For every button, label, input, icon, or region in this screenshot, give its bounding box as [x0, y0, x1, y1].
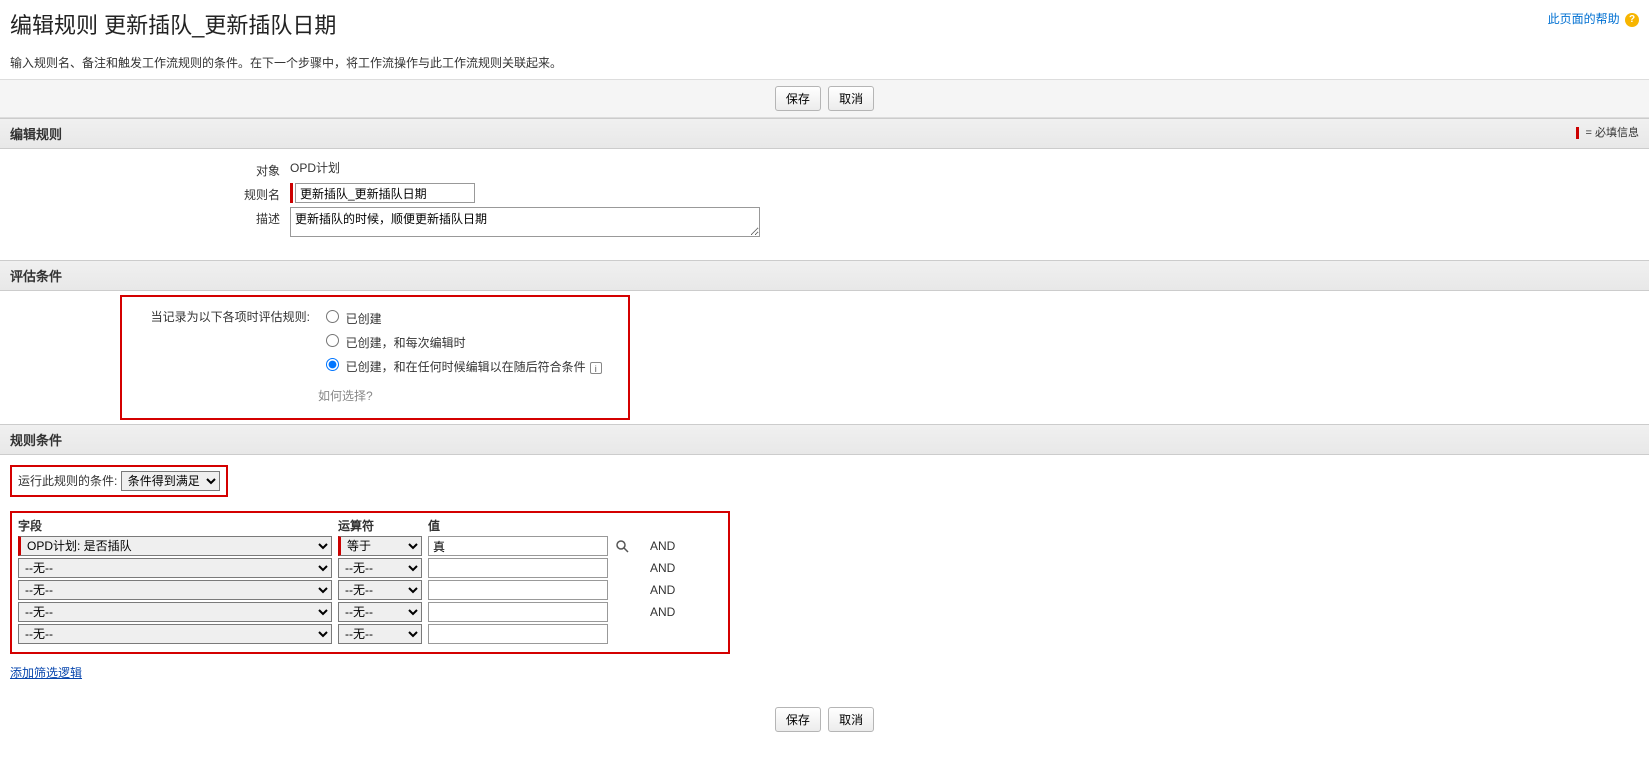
label-rulename: 规则名 — [10, 183, 290, 203]
add-filter-logic-link[interactable]: 添加筛选逻辑 — [10, 666, 82, 680]
rulename-input[interactable] — [295, 183, 475, 203]
help-icon: ? — [1625, 13, 1639, 27]
criteria-row: OPD计划: 是否插队等于 AND — [18, 536, 722, 556]
criteria-field-select[interactable]: --无-- — [18, 558, 332, 578]
col-header-operator: 运算符 — [338, 517, 428, 534]
page-description: 输入规则名、备注和触发工作流规则的条件。在下一个步骤中，将工作流操作与此工作流规… — [0, 54, 1649, 79]
section-edit-label: 编辑规则 — [10, 127, 62, 142]
save-button[interactable]: 保存 — [775, 86, 821, 111]
criteria-highlight-box: 字段 运算符 值 OPD计划: 是否插队等于AND--无----无--AND--… — [10, 511, 730, 654]
col-header-value: 值 — [428, 517, 608, 534]
eval-radio-2[interactable] — [326, 358, 339, 371]
value-object: OPD计划 — [290, 159, 1639, 176]
info-icon[interactable]: i — [590, 362, 602, 374]
section-header-criteria: 规则条件 — [0, 424, 1649, 455]
run-if-select[interactable]: 条件得到满足 — [121, 471, 220, 491]
and-label: AND — [650, 561, 690, 575]
criteria-operator-select[interactable]: --无-- — [338, 602, 422, 622]
save-button-bottom[interactable]: 保存 — [775, 707, 821, 732]
criteria-value-input[interactable] — [428, 558, 608, 578]
bottom-button-bar: 保存 取消 — [0, 697, 1649, 762]
help-link[interactable]: 此页面的帮助 ? — [1548, 10, 1639, 27]
lookup-icon[interactable] — [614, 538, 630, 554]
how-to-choose-link[interactable]: 如何选择? — [318, 387, 608, 404]
edit-form: 对象 OPD计划 规则名 描述 更新插队的时候，顺便更新插队日期 — [0, 149, 1649, 260]
eval-highlight-box: 当记录为以下各项时评估规则: 已创建 已创建，和每次编辑时 已创建，和在任何时候… — [120, 295, 630, 420]
criteria-value-input[interactable] — [428, 602, 608, 622]
criteria-row: --无-- --无-- AND — [18, 558, 722, 578]
required-note-text: = 必填信息 — [1586, 127, 1639, 139]
top-button-bar: 保存 取消 — [0, 79, 1649, 118]
criteria-field-select[interactable]: OPD计划: 是否插队 — [18, 536, 332, 556]
criteria-field-select[interactable]: --无-- — [18, 624, 332, 644]
cancel-button-bottom[interactable]: 取消 — [828, 707, 874, 732]
eval-option-2[interactable]: 已创建，和在任何时候编辑以在随后符合条件i — [321, 355, 601, 376]
criteria-operator-select[interactable]: --无-- — [338, 624, 422, 644]
page-title: 编辑规则 更新插队_更新插队日期 — [10, 8, 1639, 40]
criteria-value-input[interactable] — [428, 536, 608, 556]
criteria-operator-select[interactable]: --无-- — [338, 558, 422, 578]
section-header-edit: 编辑规则 = 必填信息 — [0, 118, 1649, 149]
eval-option-1[interactable]: 已创建，和每次编辑时 — [321, 331, 601, 352]
and-label: AND — [650, 583, 690, 597]
eval-radio-1[interactable] — [326, 334, 339, 347]
label-object: 对象 — [10, 159, 290, 179]
eval-radio-0[interactable] — [326, 310, 339, 323]
criteria-field-select[interactable]: --无-- — [18, 602, 332, 622]
criteria-row: --无-- --无-- — [18, 624, 722, 644]
criteria-field-select[interactable]: --无-- — [18, 580, 332, 600]
run-if-highlight-box: 运行此规则的条件: 条件得到满足 — [10, 465, 228, 497]
cancel-button[interactable]: 取消 — [828, 86, 874, 111]
eval-option-0[interactable]: 已创建 — [321, 307, 601, 328]
criteria-row: --无-- --无-- AND — [18, 580, 722, 600]
criteria-operator-select[interactable]: --无-- — [338, 580, 422, 600]
criteria-value-input[interactable] — [428, 624, 608, 644]
required-bar-icon — [1576, 127, 1579, 139]
criteria-row: --无-- --无-- AND — [18, 602, 722, 622]
description-textarea[interactable]: 更新插队的时候，顺便更新插队日期 — [290, 207, 760, 237]
and-label: AND — [650, 605, 690, 619]
eval-options-group: 已创建 已创建，和每次编辑时 已创建，和在任何时候编辑以在随后符合条件i — [321, 307, 601, 379]
run-if-label: 运行此规则的条件: — [18, 474, 117, 488]
section-header-eval: 评估条件 — [0, 260, 1649, 291]
and-label: AND — [650, 539, 690, 553]
eval-when-label: 当记录为以下各项时评估规则: — [142, 307, 310, 325]
col-header-field: 字段 — [18, 517, 338, 534]
criteria-value-input[interactable] — [428, 580, 608, 600]
criteria-operator-select[interactable]: 等于 — [338, 536, 422, 556]
label-description: 描述 — [10, 207, 290, 227]
help-link-text: 此页面的帮助 — [1548, 12, 1620, 26]
required-note: = 必填信息 — [1576, 124, 1639, 140]
